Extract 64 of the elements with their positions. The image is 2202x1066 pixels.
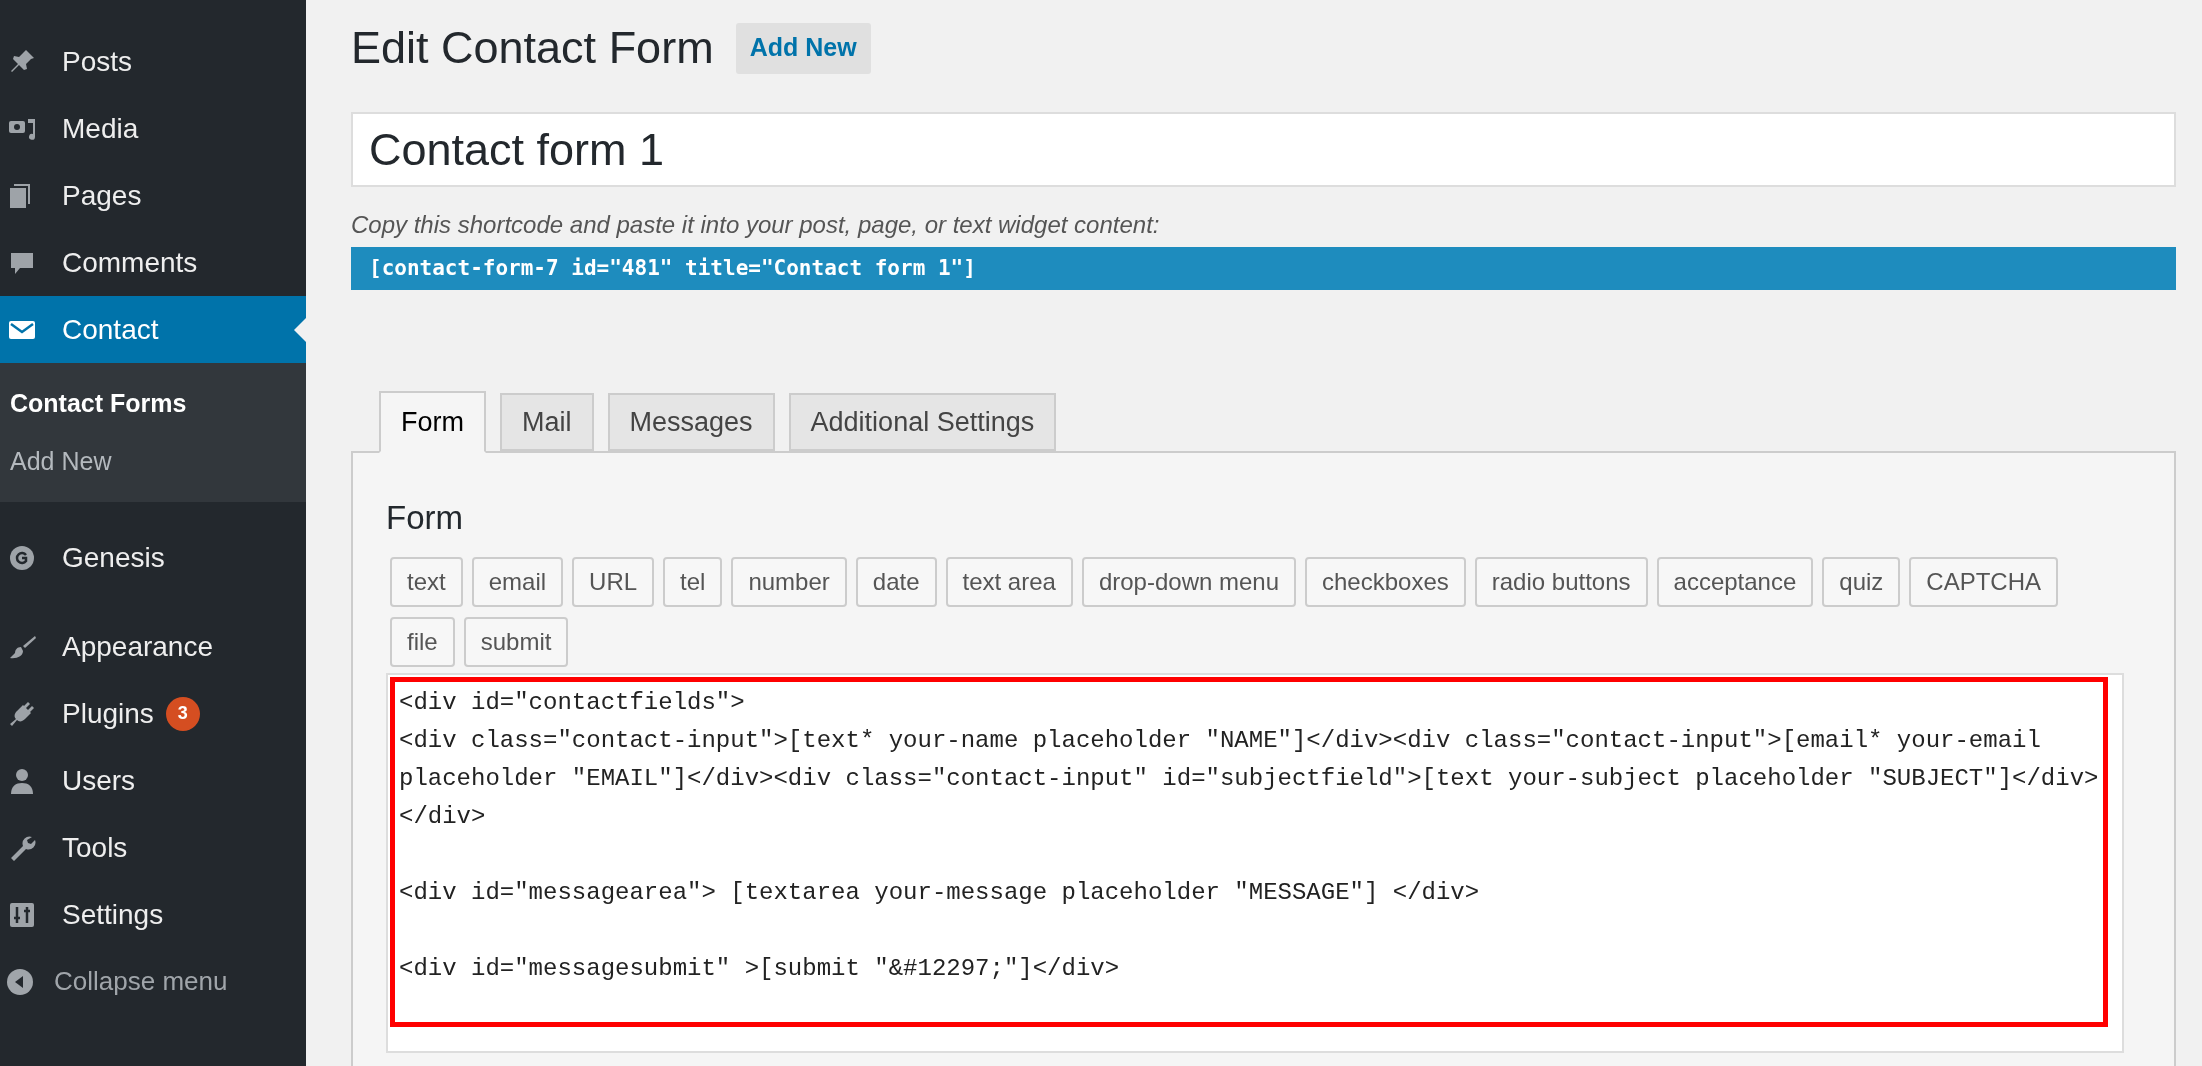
tag-button[interactable]: text area	[945, 556, 1073, 607]
sidebar-item[interactable]: Settings	[0, 881, 306, 948]
code-line: <div id="contactfields">	[399, 687, 746, 718]
shortcode-field[interactable]: [contact-form-7 id="481" title="Contact form 1"]	[351, 247, 2176, 290]
tag-button[interactable]: CAPTCHA	[1909, 556, 2058, 607]
letter-g-circle-icon	[8, 543, 36, 572]
tag-button[interactable]: submit	[463, 616, 569, 667]
submenu-item[interactable]: Contact Forms	[0, 375, 306, 433]
menu-label: Users	[62, 763, 136, 798]
code-line: <div id="messagesubmit" >[submit "&#12297;"]</div>	[399, 953, 1121, 984]
submenu-item[interactable]: Add New	[0, 432, 306, 490]
collapse-label: Collapse menu	[54, 965, 228, 998]
tag-button[interactable]: acceptance	[1656, 556, 1814, 607]
shortcode-hint: Copy this shortcode and paste it into your post, page, or text widget content:	[351, 210, 1161, 240]
form-code-editor[interactable]	[386, 672, 2124, 1053]
add-new-button[interactable]: Add New	[735, 22, 871, 74]
code-line: <div id="messagearea"> [textarea your-message placeholder "MESSAGE"] </div>	[399, 877, 1481, 908]
menu-label: Appearance	[62, 629, 213, 664]
tag-button[interactable]: text	[390, 556, 463, 607]
tag-button[interactable]: drop-down menu	[1081, 556, 1296, 607]
collapse-menu-button[interactable]: Collapse menu	[0, 948, 306, 1015]
sidebar-item[interactable]: Media	[0, 95, 306, 162]
title-field[interactable]: Contact form 1	[351, 112, 2176, 187]
tab[interactable]: Messages	[607, 393, 775, 451]
sidebar-item[interactable]: Comments	[0, 229, 306, 296]
sliders-icon	[8, 900, 36, 929]
tag-button[interactable]: radio buttons	[1474, 556, 1648, 607]
tag-button[interactable]: URL	[572, 556, 655, 607]
menu-label: Media	[62, 111, 139, 146]
tag-button[interactable]: quiz	[1822, 556, 1901, 607]
sidebar-item[interactable]: Appearance	[0, 613, 306, 680]
menu-label: Comments	[62, 245, 198, 280]
tab[interactable]: Mail	[500, 393, 594, 451]
menu-label: Tools	[62, 830, 128, 865]
sidebar-item[interactable]: Plugins 3	[0, 680, 306, 747]
tag-button[interactable]: file	[390, 616, 455, 667]
tag-button[interactable]: tel	[663, 556, 723, 607]
page-title: Edit Contact Form	[351, 21, 714, 76]
count-badge: 3	[165, 696, 200, 731]
menu-label: Pages	[62, 178, 142, 213]
sidebar-item[interactable]: Tools	[0, 814, 306, 881]
tab[interactable]: Form	[379, 391, 486, 453]
menu-label: Plugins	[62, 696, 154, 731]
current-pointer	[294, 317, 306, 342]
menu-label: Settings	[62, 897, 164, 932]
sidebar-item[interactable]: Posts	[0, 28, 306, 95]
tab[interactable]: Additional Settings	[788, 393, 1057, 451]
person-icon	[8, 766, 36, 795]
tag-button[interactable]: checkboxes	[1305, 556, 1466, 607]
sidebar-item[interactable]: Users	[0, 747, 306, 814]
menu-label: Posts	[62, 44, 133, 79]
tag-button[interactable]: email	[471, 556, 564, 607]
sidebar-item[interactable]: Genesis	[0, 524, 306, 591]
menu-label: Contact	[62, 312, 159, 347]
code-line: </div>	[399, 801, 487, 832]
plug-icon	[8, 699, 36, 728]
sidebar-item[interactable]: Pages	[0, 162, 306, 229]
panel-heading: Form	[386, 498, 464, 538]
left-arrow-circle-icon	[6, 967, 34, 996]
sidebar-item[interactable]: Contact	[0, 296, 306, 363]
code-line: <div class="contact-input">[text* your-name placeholder "NAME"]</div><div class="contact-input">[email* your-email placeholder "EMAIL"]</div><div class="contact-input" id="subjectfield">[text your-subject placeholder "SUBJECT"]</div>	[399, 725, 2100, 794]
menu-label: Genesis	[62, 540, 165, 575]
tag-button[interactable]: number	[731, 556, 847, 607]
tag-button[interactable]: date	[855, 556, 937, 607]
